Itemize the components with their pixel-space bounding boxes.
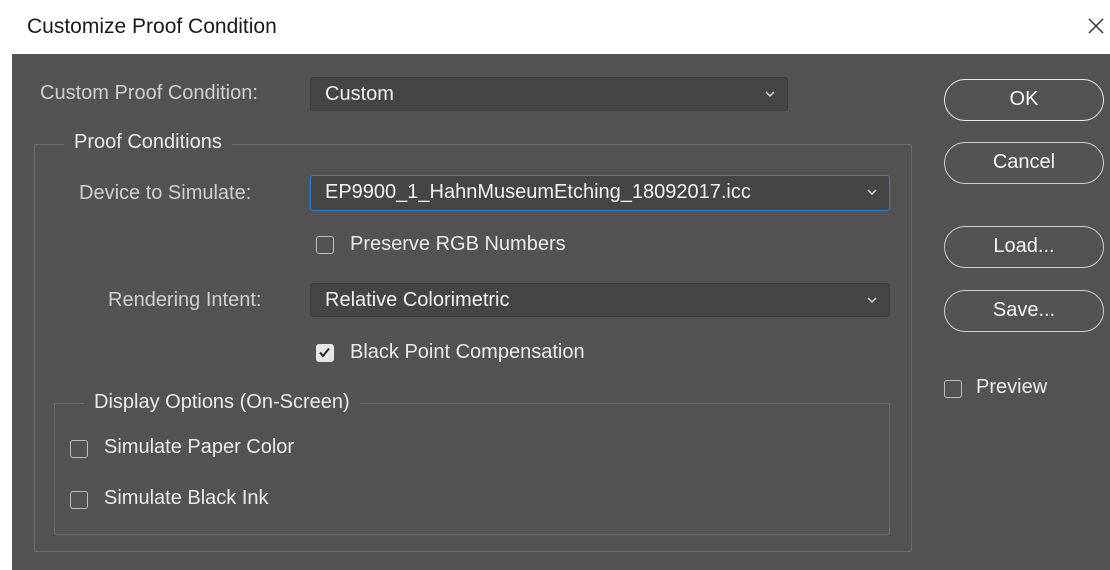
rendering-intent-value: Relative Colorimetric	[325, 289, 510, 311]
checkmark-icon	[319, 347, 330, 358]
save-button[interactable]: Save...	[944, 290, 1104, 332]
ok-button[interactable]: OK	[944, 79, 1104, 121]
chevron-down-icon	[865, 176, 879, 208]
load-button[interactable]: Load...	[944, 226, 1104, 268]
proof-conditions-title: Proof Conditions	[64, 131, 232, 154]
device-label: Device to Simulate:	[79, 182, 252, 204]
dialog-titlebar: Customize Proof Condition	[0, 0, 1110, 54]
cancel-button[interactable]: Cancel	[944, 142, 1104, 184]
device-value: EP9900_1_HahnMuseumEtching_18092017.icc	[325, 181, 751, 203]
rendering-intent-label: Rendering Intent:	[108, 289, 262, 311]
bpc-label: Black Point Compensation	[350, 341, 585, 363]
display-options-title: Display Options (On-Screen)	[84, 391, 360, 414]
simulate-black-ink-checkbox[interactable]	[70, 491, 88, 509]
bpc-checkbox[interactable]	[316, 344, 334, 362]
preview-label: Preview	[976, 376, 1048, 398]
chevron-down-icon	[763, 78, 777, 110]
simulate-black-ink-label: Simulate Black Ink	[104, 487, 269, 509]
custom-condition-select[interactable]: Custom	[310, 77, 788, 111]
simulate-paper-color-label: Simulate Paper Color	[104, 436, 295, 458]
custom-condition-value: Custom	[325, 83, 394, 105]
dialog-body: Custom Proof Condition: Custom Proof Con…	[12, 54, 1110, 570]
rendering-intent-select[interactable]: Relative Colorimetric	[310, 283, 890, 317]
preserve-rgb-checkbox[interactable]	[316, 236, 334, 254]
dialog-title: Customize Proof Condition	[27, 15, 277, 38]
preview-checkbox[interactable]	[944, 380, 962, 398]
close-button[interactable]	[1084, 14, 1108, 38]
preserve-rgb-label: Preserve RGB Numbers	[350, 233, 566, 255]
device-select[interactable]: EP9900_1_HahnMuseumEtching_18092017.icc	[310, 175, 890, 211]
custom-condition-label: Custom Proof Condition:	[40, 82, 258, 104]
close-icon	[1088, 18, 1104, 34]
display-options-group	[54, 403, 890, 535]
simulate-paper-color-checkbox[interactable]	[70, 440, 88, 458]
chevron-down-icon	[865, 284, 879, 316]
